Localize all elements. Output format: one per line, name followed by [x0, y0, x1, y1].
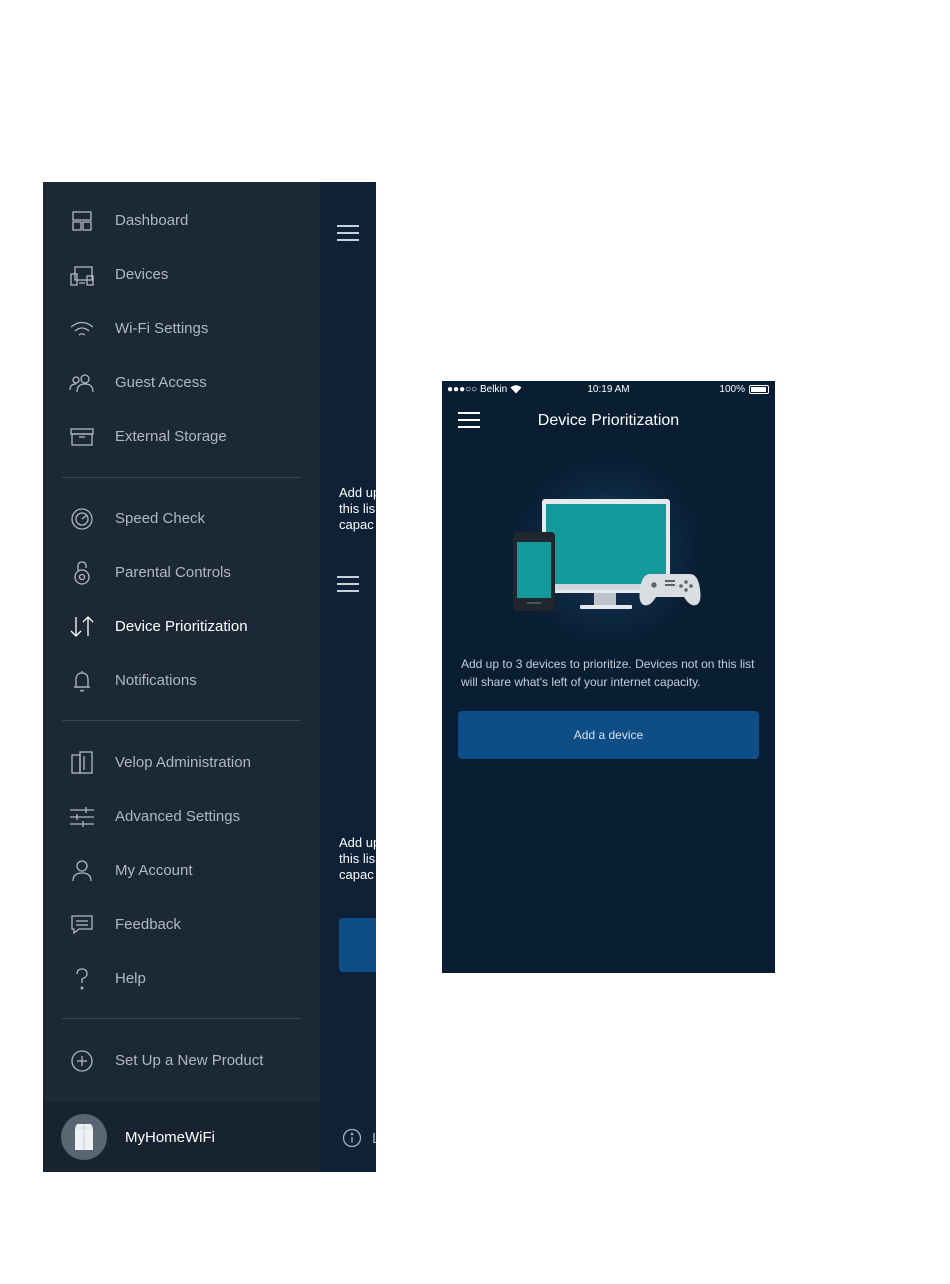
menu-item-help[interactable]: Help: [43, 956, 320, 1002]
chat-icon: [71, 915, 93, 935]
peek-description-bottom: Add up this lis capac: [339, 835, 376, 882]
dashboard-icon: [72, 211, 92, 231]
menu-item-notifications[interactable]: Notifications: [43, 658, 320, 704]
menu-item-my-account[interactable]: My Account: [43, 848, 320, 894]
menu-item-label: Set Up a New Product: [115, 1052, 264, 1069]
menu-item-label: Advanced Settings: [115, 808, 241, 825]
bell-icon: [74, 671, 90, 692]
hamburger-menu-icon[interactable]: [337, 225, 359, 241]
network-selector[interactable]: MyHomeWiFi: [43, 1102, 320, 1172]
up-down-arrows-icon: [70, 616, 94, 637]
menu-item-device-prioritization[interactable]: Device Prioritization: [43, 604, 320, 650]
menu-item-velop-administration[interactable]: Velop Administration: [43, 740, 320, 786]
velop-node-icon: [75, 1124, 93, 1150]
plus-circle-icon: [71, 1050, 93, 1072]
menu-divider: [62, 720, 301, 721]
menu-item-label: Notifications: [115, 672, 197, 689]
peek-description-top: Add up this lis capac: [339, 485, 376, 532]
page-title: Device Prioritization: [537, 412, 680, 429]
hamburger-menu-icon[interactable]: [337, 576, 359, 592]
menu-item-set-up-new-product[interactable]: Set Up a New Product: [43, 1038, 320, 1084]
menu-item-speed-check[interactable]: Speed Check: [43, 496, 320, 542]
underlying-screen: Add up this lis capac Add up this lis ca…: [320, 182, 376, 1172]
menu-item-label: Help: [115, 970, 146, 987]
menu-item-external-storage[interactable]: External Storage: [43, 414, 320, 460]
menu-item-label: Wi-Fi Settings: [115, 320, 209, 337]
question-icon: [76, 968, 88, 990]
peek-add-button[interactable]: [339, 918, 376, 972]
side-menu: Dashboard Devices Wi-Fi Settings Guest A…: [43, 182, 320, 1172]
velop-node-icon: [71, 751, 93, 774]
menu-item-label: Velop Administration: [115, 754, 251, 771]
menu-item-label: My Account: [115, 862, 193, 879]
user-icon: [72, 860, 92, 882]
devices-icon: [70, 266, 94, 286]
menu-item-parental-controls[interactable]: Parental Controls: [43, 550, 320, 596]
menu-item-label: Devices: [115, 266, 169, 283]
menu-item-label: Dashboard: [115, 212, 189, 229]
network-name: MyHomeWiFi: [125, 1129, 215, 1146]
menu-item-advanced-settings[interactable]: Advanced Settings: [43, 794, 320, 840]
storage-icon: [70, 428, 94, 446]
guest-access-icon: [69, 374, 94, 393]
right-phone-screenshot: ●●●○○ Belkin 10:19 AM 100% Device Priori…: [442, 381, 775, 973]
devices-illustration: [513, 499, 701, 611]
menu-item-label: Guest Access: [115, 374, 207, 391]
menu-item-dashboard[interactable]: Dashboard: [43, 198, 320, 244]
add-device-button[interactable]: Add a device: [458, 711, 759, 759]
menu-item-label: Feedback: [115, 916, 181, 933]
left-phone-screenshot: Add up this lis capac Add up this lis ca…: [43, 182, 376, 1172]
speedometer-icon: [71, 508, 93, 530]
battery-percentage: 100%: [719, 384, 745, 395]
prioritization-description: Add up to 3 devices to prioritize. Devic…: [461, 657, 755, 689]
menu-item-guest-access[interactable]: Guest Access: [43, 360, 320, 406]
info-icon[interactable]: [342, 1128, 362, 1148]
menu-item-label: External Storage: [115, 428, 227, 445]
peek-info-text: L: [372, 1130, 376, 1147]
menu-item-label: Device Prioritization: [115, 618, 248, 635]
wifi-icon: [70, 321, 94, 336]
menu-divider: [62, 1018, 301, 1019]
node-avatar: [61, 1114, 107, 1160]
menu-divider: [62, 477, 301, 478]
menu-item-label: Parental Controls: [115, 564, 231, 581]
menu-item-devices[interactable]: Devices: [43, 252, 320, 298]
menu-item-label: Speed Check: [115, 510, 206, 527]
battery-icon: [749, 385, 769, 394]
menu-item-feedback[interactable]: Feedback: [43, 902, 320, 948]
menu-item-wifi-settings[interactable]: Wi-Fi Settings: [43, 306, 320, 352]
sliders-icon: [70, 807, 94, 827]
lock-icon: [74, 561, 90, 585]
status-bar: ●●●○○ Belkin 10:19 AM 100%: [442, 381, 775, 399]
